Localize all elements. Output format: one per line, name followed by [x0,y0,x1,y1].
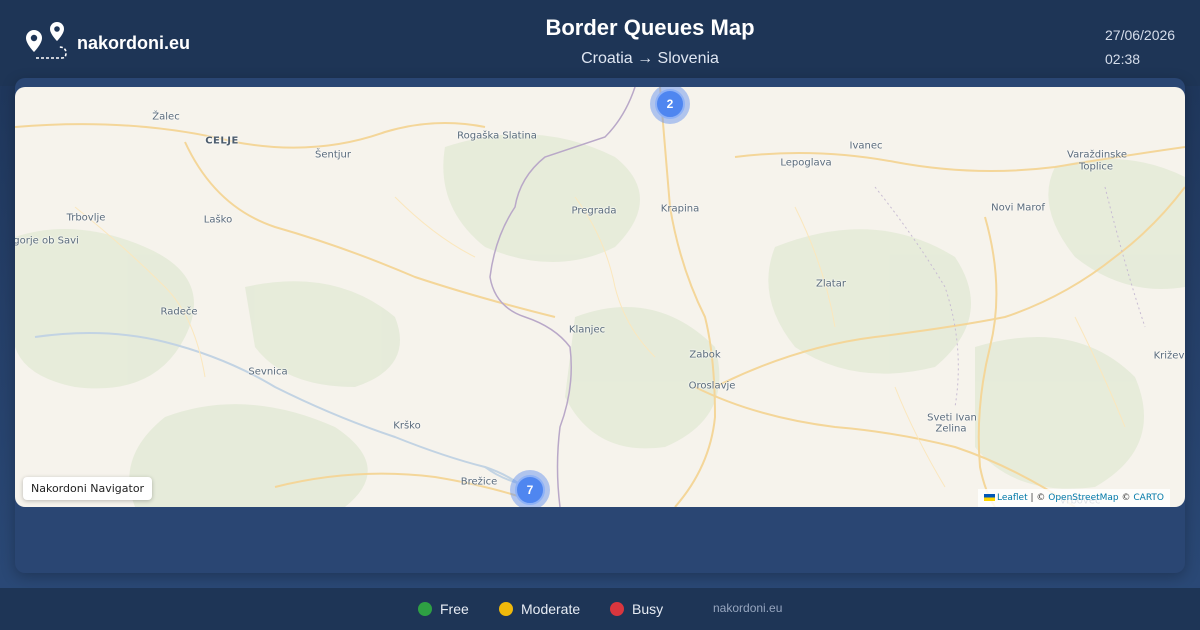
place-label: CELJE [205,135,239,147]
place-label: Klanjec [568,324,606,336]
place-label: Zelina [935,423,967,435]
time-text: 02:38 [1105,51,1141,67]
place-label: Šentjur [315,149,351,161]
cluster-count[interactable]: 2 [655,89,685,119]
place-label: Zabok [689,349,721,361]
place-label: Lepoglava [780,157,832,169]
map-attribution: Leaflet | © OpenStreetMap © CARTO [977,489,1170,507]
page-title: Border Queues Map [545,15,755,40]
attribution-separator: | © [1027,493,1049,503]
legend-label: Busy [632,601,664,617]
place-label: Varaždinske [1067,149,1127,161]
datetime: 27/06/2026 02:38 [1105,23,1175,71]
route-subtitle: Croatia → Slovenia [581,50,719,67]
leaflet-link[interactable]: Leaflet [997,493,1028,503]
place-label: Sveti Ivan [927,412,977,424]
legend-moderate: Moderate [499,601,580,617]
place-label: Zlatar [816,278,846,290]
app-header: nakordoni.eu Border Queues Map Croatia →… [0,0,1200,86]
cluster-marker[interactable]: 7 [510,470,550,507]
navigator-badge[interactable]: Nakordoni Navigator [23,477,153,500]
footer-site[interactable]: nakordoni.eu [713,601,782,615]
place-label: Laško [203,214,233,226]
place-label: Oroslavje [688,380,736,392]
place-label: Rogaška Slatina [457,130,537,142]
busy-dot-icon [610,602,624,616]
legend-busy: Busy [610,601,663,617]
moderate-dot-icon [499,602,513,616]
carto-link[interactable]: CARTO [1133,493,1164,503]
place-label: Toplice [1078,161,1114,173]
ukraine-flag-icon [983,494,995,501]
place-label: Trbovlje [66,212,106,224]
place-label: Ivanec [849,140,883,152]
place-label: Krapina [660,203,700,215]
attribution-separator: © [1118,493,1134,503]
title-block: Border Queues Map Croatia → Slovenia [400,15,900,68]
border-map[interactable]: Žalec CELJE Šentjur Rogaška Slatina Ivanec Le… [15,87,1185,507]
place-label: Pregrada [571,205,617,217]
place-label: Križev [1153,350,1185,362]
brand-name[interactable]: nakordoni.eu [77,33,190,54]
place-label: Sevnica [248,366,288,378]
map-tiles [15,87,1185,507]
date-text: 27/06/2026 [1105,27,1176,43]
place-label: Žalec [152,111,180,123]
place-label: Krško [393,420,421,432]
legend-free: Free [418,601,469,617]
place-label: agorje ob Savi [15,235,79,247]
place-label: Brežice [460,476,498,488]
map-pins-logo-icon [26,22,67,59]
place-label: Novi Marof [991,202,1045,214]
legend-label: Moderate [521,601,581,617]
place-label: Radeče [160,306,198,318]
osm-link[interactable]: OpenStreetMap [1048,493,1118,503]
legend-label: Free [440,601,469,617]
cluster-count[interactable]: 7 [515,475,545,505]
legend-footer: Free Moderate Busy nakordoni.eu [0,588,1200,630]
free-dot-icon [418,602,432,616]
